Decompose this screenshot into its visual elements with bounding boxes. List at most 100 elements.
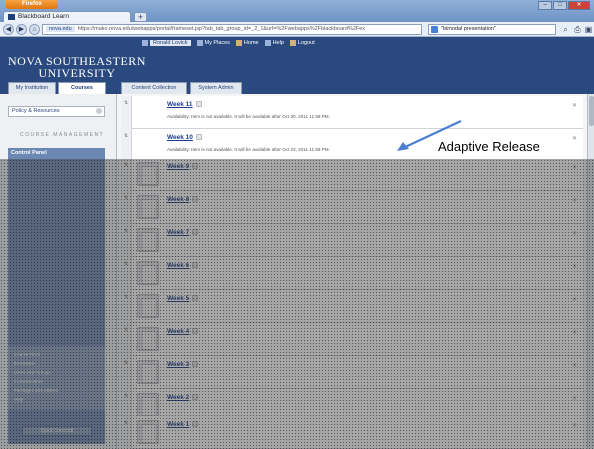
item-options-icon[interactable]: ✕ <box>572 197 577 204</box>
sidebar-item-evaluation[interactable]: Evaluation <box>14 361 35 366</box>
url-host-badge: nova.edu <box>46 26 75 32</box>
nav-logout[interactable]: Logout <box>289 40 315 46</box>
item-options-icon[interactable]: ✕ <box>572 102 577 109</box>
search-icon[interactable]: ⌕ <box>560 24 571 35</box>
university-logo[interactable]: NOVA SOUTHEASTERN UNIVERSITY <box>8 55 146 79</box>
drag-handle-icon[interactable]: ⇅ <box>121 416 132 449</box>
item-options-icon[interactable]: ✕ <box>572 164 577 171</box>
expand-icon[interactable] <box>96 108 102 114</box>
quick-unenroll-button[interactable]: Quick Unenroll <box>22 426 92 436</box>
content-item-week-7[interactable]: ⇅ Week 7 ✕ <box>121 224 583 257</box>
item-options-icon[interactable]: ✕ <box>572 395 577 402</box>
item-title[interactable]: Week 8 <box>167 196 199 203</box>
drag-handle-icon[interactable]: ⇅ <box>121 323 132 356</box>
address-bar[interactable]: nova.edu https://mako.nova.edu/webapps/po… <box>42 24 422 35</box>
scrollbar-thumb[interactable] <box>589 96 594 126</box>
print-icon[interactable]: ⎙ <box>572 24 583 35</box>
top-nav: Ronald Lovick My Places Home Help Logout <box>142 40 315 46</box>
item-options-icon[interactable]: ✕ <box>572 422 577 429</box>
sidebar-item-users-groups[interactable]: Users and Groups <box>14 370 51 375</box>
bookmark-icon[interactable]: ▣ <box>583 24 594 35</box>
course-management-label: COURSE MANAGEMENT <box>20 132 105 138</box>
tab-content-collection[interactable]: Content Collection <box>121 82 187 94</box>
item-title[interactable]: Week 3 <box>167 361 199 368</box>
firefox-menu-button[interactable]: Firefox <box>6 0 58 9</box>
sidebar-item-packages-utilities[interactable]: Packages and Utilities <box>14 388 58 393</box>
content-item-week-11[interactable]: ⇅ Week 11 Availability: Item is not avai… <box>121 96 583 129</box>
back-icon[interactable]: ◀ <box>3 24 14 35</box>
tab-courses[interactable]: Courses <box>58 82 106 94</box>
chevron-down-icon[interactable] <box>192 394 199 401</box>
content-item-week-9[interactable]: ⇅ Week 9 ✕ <box>121 158 583 191</box>
content-item-week-5[interactable]: ⇅ Week 5 ✕ <box>121 290 583 323</box>
tab-my-institution[interactable]: My Institution <box>8 82 56 94</box>
new-tab-button[interactable]: + <box>134 12 147 22</box>
item-title[interactable]: Week 2 <box>167 394 199 401</box>
item-title[interactable]: Week 5 <box>167 295 199 302</box>
nav-home[interactable]: Home <box>235 40 259 46</box>
chevron-down-icon[interactable] <box>192 295 199 302</box>
drag-handle-icon[interactable]: ⇅ <box>121 356 132 389</box>
content-item-week-3[interactable]: ⇅ Week 3 ✕ <box>121 356 583 389</box>
drag-handle-icon[interactable]: ⇅ <box>121 158 132 191</box>
content-item-week-4[interactable]: ⇅ Week 4 ✕ <box>121 323 583 356</box>
content-item-week-1[interactable]: ⇅ Week 1 ✕ <box>121 416 583 449</box>
item-title[interactable]: Week 7 <box>167 229 199 236</box>
item-options-icon[interactable]: ✕ <box>572 296 577 303</box>
drag-handle-icon[interactable]: ⇅ <box>121 290 132 323</box>
home-icon[interactable]: ⌂ <box>29 24 40 35</box>
chevron-down-icon[interactable] <box>192 262 199 269</box>
item-options-icon[interactable]: ✕ <box>572 329 577 336</box>
maximize-icon[interactable]: □ <box>553 1 567 10</box>
item-title[interactable]: Week 4 <box>167 328 199 335</box>
minimize-icon[interactable]: – <box>538 1 552 10</box>
folder-icon <box>137 261 159 285</box>
tab-system-admin[interactable]: System Admin <box>190 82 242 94</box>
sidebar-item-course-tools[interactable]: Course Tools <box>14 352 40 357</box>
drag-handle-icon[interactable]: ⇅ <box>121 224 132 257</box>
chevron-down-icon[interactable] <box>195 134 202 141</box>
item-title[interactable]: Week 10 <box>167 134 202 141</box>
policy-resources-link[interactable]: Policy & Resources <box>8 106 105 117</box>
sidebar-item-help[interactable]: Help <box>14 397 23 402</box>
browser-tab[interactable]: Blackboard Learn <box>3 11 131 22</box>
help-icon <box>264 40 271 46</box>
nav-my-places[interactable]: My Places <box>196 40 230 46</box>
browser-title-bar: Firefox – □ ✕ Blackboard Learn + <box>0 0 594 22</box>
item-title[interactable]: Week 11 <box>167 101 202 108</box>
item-title[interactable]: Week 9 <box>167 163 199 170</box>
chevron-down-icon[interactable] <box>192 328 199 335</box>
search-input[interactable]: "bimodal presentation" <box>428 24 556 35</box>
chevron-down-icon[interactable] <box>195 101 202 108</box>
item-options-icon[interactable]: ✕ <box>572 263 577 270</box>
chevron-down-icon[interactable] <box>192 361 199 368</box>
sidebar-item-customization[interactable]: Customization <box>14 379 43 384</box>
user-icon <box>142 40 148 46</box>
drag-handle-icon[interactable]: ⇅ <box>121 96 132 129</box>
control-panel-title[interactable]: Control Panel <box>11 150 47 156</box>
content-item-week-6[interactable]: ⇅ Week 6 ✕ <box>121 257 583 290</box>
content-item-week-8[interactable]: ⇅ Week 8 ✕ <box>121 191 583 224</box>
item-options-icon[interactable]: ✕ <box>572 230 577 237</box>
folder-icon <box>137 327 159 351</box>
item-title[interactable]: Week 6 <box>167 262 199 269</box>
folder-icon <box>137 294 159 318</box>
control-panel: Control Panel Course Tools Evaluation Us… <box>8 148 105 444</box>
chevron-down-icon[interactable] <box>192 229 199 236</box>
vertical-scrollbar[interactable] <box>587 94 594 449</box>
item-options-icon[interactable]: ✕ <box>572 135 577 142</box>
item-options-icon[interactable]: ✕ <box>572 362 577 369</box>
chevron-down-icon[interactable] <box>192 421 199 428</box>
drag-handle-icon[interactable]: ⇅ <box>121 257 132 290</box>
logout-icon <box>289 40 296 46</box>
drag-handle-icon[interactable]: ⇅ <box>121 191 132 224</box>
forward-icon[interactable]: ▶ <box>16 24 27 35</box>
folder-icon <box>137 420 159 444</box>
close-icon[interactable]: ✕ <box>568 1 590 10</box>
chevron-down-icon[interactable] <box>192 163 199 170</box>
item-title[interactable]: Week 1 <box>167 421 199 428</box>
search-engine-icon <box>431 26 438 33</box>
chevron-down-icon[interactable] <box>192 196 199 203</box>
user-menu[interactable]: Ronald Lovick <box>142 40 191 46</box>
nav-help[interactable]: Help <box>264 40 284 46</box>
